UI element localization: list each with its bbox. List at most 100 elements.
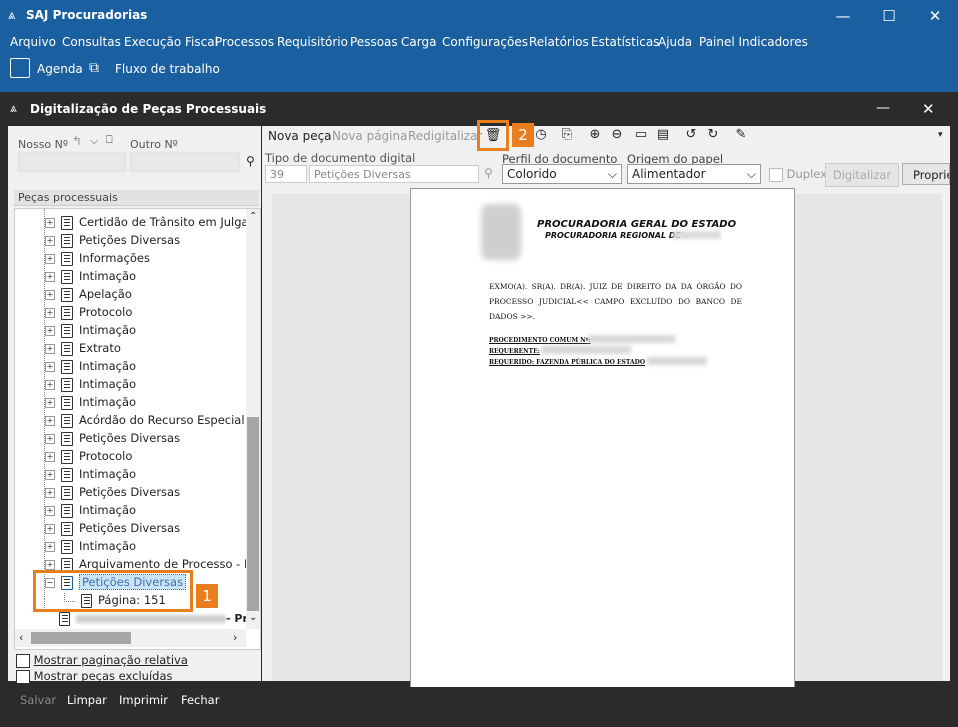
calendar-icon[interactable] [10,58,30,78]
tree-item[interactable]: + Apelação [45,287,132,305]
expand-icon[interactable]: + [45,397,55,408]
menu-pessoas[interactable]: Pessoas [350,35,398,49]
rotate-right-icon[interactable]: ↻ [704,126,722,144]
menu-consultas[interactable]: Consultas [62,35,121,49]
digitalizar-button[interactable]: Digitalizar [825,163,899,187]
chk-deleted-row[interactable]: Mostrar peças excluídas [16,669,172,684]
expand-icon[interactable]: + [45,343,55,354]
menu-execucao-fiscal[interactable]: Execução Fiscal [124,35,218,49]
fit-width-icon[interactable]: ▭ [632,126,650,144]
perfil-select[interactable]: Colorido ⌵ [502,164,622,184]
scroll-left-icon[interactable]: ‹ [19,631,23,644]
menu-relatorios[interactable]: Relatórios [529,35,589,49]
vertical-scrollbar[interactable]: ⌃ ⌄ [246,209,260,629]
menu-processos[interactable]: Processos [215,35,274,49]
tree-item[interactable]: + Protocolo [45,305,132,323]
edit-icon[interactable]: ✎ [732,126,750,144]
menu-painel-indicadores[interactable]: Painel Indicadores [699,35,808,49]
expand-icon[interactable]: + [45,541,55,552]
maximize-icon[interactable]: ☐ [866,0,912,32]
nova-pagina-button[interactable]: Nova página [332,129,407,143]
origem-select[interactable]: Alimentador ⌵ [627,164,761,184]
tree-item[interactable]: + Extrato [45,341,121,359]
nosso-input[interactable] [18,152,126,172]
expand-icon[interactable]: + [45,325,55,336]
fechar-button[interactable]: Fechar [181,693,219,707]
tree-item[interactable]: + Intimação [45,269,136,287]
expand-icon[interactable]: + [45,217,55,228]
salvar-button[interactable]: Salvar [20,693,56,707]
agenda-button[interactable]: Agenda [37,62,83,76]
tree-item[interactable]: + Intimação [45,377,136,395]
scroll-down-icon[interactable]: ⌄ [249,612,257,623]
tipo-value-input[interactable]: Petições Diversas [309,165,479,183]
chk-relative-row[interactable]: Mostrar paginação relativa [16,653,188,668]
menu-arquivo[interactable]: Arquivo [10,35,56,49]
expand-icon[interactable]: + [45,307,55,318]
overflow-chevron-icon[interactable]: ▾ [938,130,943,140]
scrollbar-thumb[interactable] [31,632,131,644]
tree-item[interactable]: + Petições Diversas [45,233,180,251]
propriedades-button[interactable]: Proprie [902,163,950,185]
expand-icon[interactable]: + [45,253,55,264]
tree-item[interactable]: + Informações [45,251,150,269]
tree-item[interactable]: + Intimação [45,503,136,521]
search-icon[interactable]: ⚲ [246,154,255,168]
fit-page-icon[interactable]: ▤ [654,126,672,144]
expand-icon[interactable]: + [45,523,55,534]
tree-item[interactable]: + Certidão de Trânsito em Julgado [45,215,260,233]
menu-ajuda[interactable]: Ajuda [658,35,692,49]
tree-item[interactable]: + Petições Diversas [45,485,180,503]
zoom-out-icon[interactable]: ⊖ [608,126,626,144]
expand-icon[interactable]: + [45,559,55,570]
expand-icon[interactable]: + [45,505,55,516]
expand-icon[interactable]: + [45,379,55,390]
menu-carga[interactable]: Carga [401,35,436,49]
dialog-close-icon[interactable]: ✕ [922,100,935,118]
expand-icon[interactable]: + [45,289,55,300]
expand-icon[interactable]: + [45,235,55,246]
history-icon[interactable]: ◷ [532,126,550,144]
tree-item[interactable]: + Protocolo [45,449,132,467]
tree-item[interactable]: + Intimação [45,539,136,557]
scroll-up-icon[interactable]: ⌃ [249,211,257,222]
tipo-code-input[interactable]: 39 [265,165,307,183]
scrollbar-thumb[interactable] [247,417,259,611]
expand-icon[interactable]: + [45,433,55,444]
chevron-down-icon[interactable]: ⌵ [90,134,98,148]
tipo-search-icon[interactable]: ⚲ [484,166,493,180]
relative-pagination-checkbox[interactable] [16,653,30,668]
tree-item[interactable]: + Intimação [45,359,136,377]
back-icon[interactable]: ↰ [72,134,82,148]
expand-icon[interactable]: + [45,361,55,372]
tree-item[interactable]: + Acórdão do Recurso Especial [45,413,245,431]
menu-configuracoes[interactable]: Configurações [442,35,528,49]
zoom-in-icon[interactable]: ⊕ [586,126,604,144]
limpar-button[interactable]: Limpar [67,693,107,707]
menu-estatisticas[interactable]: Estatísticas [591,35,659,49]
expand-icon[interactable]: + [45,415,55,426]
expand-icon[interactable]: + [45,451,55,462]
tree-item-process[interactable]: - Pro [59,611,255,629]
expand-icon[interactable]: + [45,271,55,282]
expand-icon[interactable]: + [45,469,55,480]
deleted-items-checkbox[interactable] [16,669,30,684]
expand-icon[interactable]: + [45,487,55,498]
tree-item[interactable]: + Petições Diversas [45,521,180,539]
redigitalizar-button[interactable]: Redigitalizar [408,129,482,143]
close-icon[interactable]: ✕ [912,0,958,32]
duplex-checkbox[interactable] [769,167,783,182]
scroll-right-icon[interactable]: › [233,631,237,644]
tree-item[interactable]: + Intimação [45,323,136,341]
workflow-icon[interactable]: ⧉ [89,60,99,76]
tree-item[interactable]: + Petições Diversas [45,431,180,449]
horizontal-scrollbar[interactable]: ‹ › [15,629,246,647]
dialog-minimize-icon[interactable]: — [876,100,890,116]
outro-input[interactable] [130,152,240,172]
workflow-button[interactable]: Fluxo de trabalho [115,62,220,76]
menu-requisitorio[interactable]: Requisitório [277,35,348,49]
rotate-left-icon[interactable]: ↺ [682,126,700,144]
tree-item[interactable]: + Intimação [45,395,136,413]
nova-peca-button[interactable]: Nova peça [268,129,332,143]
tree-item[interactable]: + Intimação [45,467,136,485]
